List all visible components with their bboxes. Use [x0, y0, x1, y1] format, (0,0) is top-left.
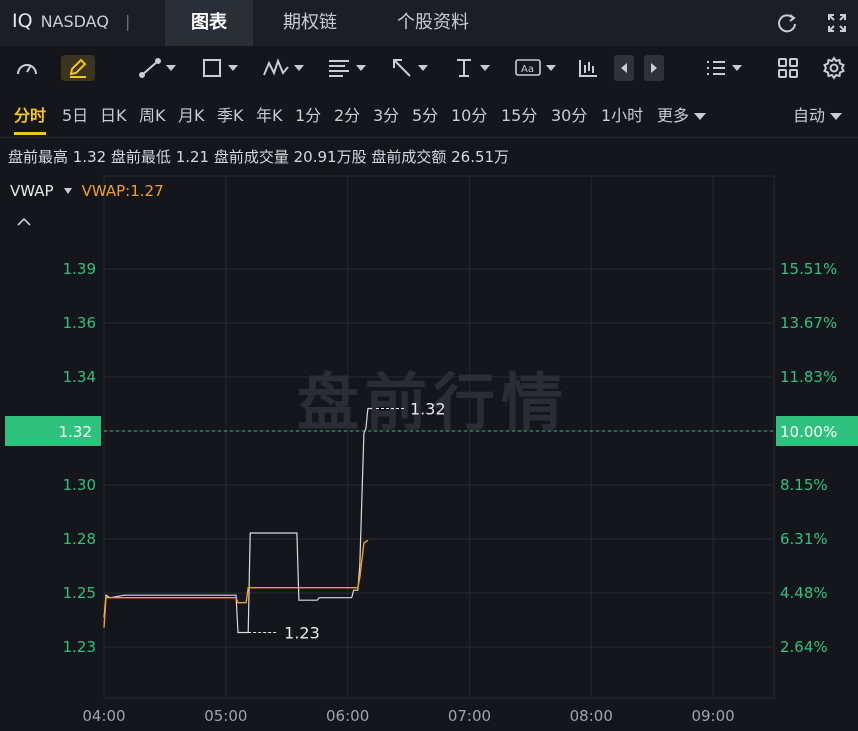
chevron-down-icon[interactable] — [63, 188, 72, 194]
percent-tick-label: 2.64% — [780, 638, 828, 656]
prev-icon[interactable] — [614, 55, 634, 81]
price-chart[interactable]: 1.39 15.51% 1.36 13.67% 1.34 11.83% 1.30 8.15% 1… — [0, 170, 858, 731]
rectangle-icon[interactable] — [200, 55, 238, 81]
percent-tick-label: 4.48% — [780, 584, 828, 602]
tab-company-profile[interactable]: 个股资料 — [378, 0, 488, 46]
period-more-label: 更多 — [657, 106, 690, 125]
top-bar: IQ NASDAQ | 图表 期权链 个股资料 — [0, 0, 858, 46]
percent-tick-label: 11.83% — [780, 368, 837, 386]
x-tick-label: 05:00 — [204, 707, 247, 725]
scale-mode-select[interactable]: 自动 — [793, 102, 843, 126]
tab-chart[interactable]: 图表 — [165, 0, 253, 46]
gauge-icon[interactable] — [14, 55, 40, 81]
period-5d[interactable]: 5日 — [62, 102, 88, 126]
chevron-down-icon — [694, 113, 707, 120]
pattern-icon[interactable] — [262, 55, 304, 81]
current-price-label: 1.32 — [59, 423, 92, 441]
scale-mode-label: 自动 — [793, 106, 826, 125]
price-tick-label: 1.30 — [63, 476, 96, 494]
percent-tick-label: 8.15% — [780, 476, 828, 494]
x-tick-label: 08:00 — [570, 707, 613, 725]
separator: | — [124, 12, 131, 31]
price-tick-label: 1.34 — [63, 368, 96, 386]
vwap-value: VWAP:1.27 — [81, 182, 164, 200]
tab-options-chain[interactable]: 期权链 — [262, 0, 358, 46]
list-icon[interactable] — [704, 55, 742, 81]
chevron-down-icon — [830, 113, 843, 120]
price-line — [103, 407, 372, 634]
period-week[interactable]: 周K — [139, 102, 166, 126]
trend-line-icon[interactable] — [138, 55, 176, 81]
period-selector: 分时 5日 日K 周K 月K 季K 年K 1分 2分 3分 5分 10分 15分… — [0, 90, 858, 138]
period-15min[interactable]: 15分 — [501, 102, 537, 126]
indicator-legend[interactable]: VWAP VWAP:1.27 — [10, 182, 164, 200]
period-1hour[interactable]: 1小时 — [601, 102, 643, 126]
price-tick-label: 1.28 — [63, 530, 96, 548]
percent-tick-label: 15.51% — [780, 260, 837, 278]
low-label: 1.23 — [284, 624, 320, 643]
refresh-icon[interactable] — [776, 12, 798, 34]
fibonacci-icon[interactable] — [326, 55, 366, 81]
settings-icon[interactable] — [822, 55, 846, 81]
period-more[interactable]: 更多 — [657, 102, 707, 126]
grid-icon[interactable] — [776, 55, 800, 81]
x-tick-label: 09:00 — [691, 707, 734, 725]
price-tick-label: 1.23 — [63, 638, 96, 656]
fullscreen-icon[interactable] — [826, 12, 848, 34]
period-quarter[interactable]: 季K — [217, 102, 244, 126]
x-tick-label: 04:00 — [82, 707, 125, 725]
period-30min[interactable]: 30分 — [551, 102, 587, 126]
period-3min[interactable]: 3分 — [373, 102, 399, 126]
svg-text:Aa: Aa — [521, 64, 534, 75]
high-label: 1.32 — [410, 399, 446, 418]
current-percent-label: 10.00% — [780, 423, 837, 441]
premarket-stats: 盘前最高 1.32 盘前最低 1.21 盘前成交量 20.91万股 盘前成交额 … — [8, 148, 510, 166]
text-box-icon[interactable]: Aa — [514, 55, 556, 81]
percent-tick-label: 6.31% — [780, 530, 828, 548]
period-10min[interactable]: 10分 — [451, 102, 487, 126]
ticker: IQ NASDAQ | — [12, 10, 130, 32]
x-tick-label: 06:00 — [326, 707, 369, 725]
period-day[interactable]: 日K — [100, 102, 127, 126]
next-icon[interactable] — [644, 55, 664, 81]
drawing-toolbar: Aa — [0, 46, 858, 90]
price-tick-label: 1.39 — [63, 260, 96, 278]
ticker-symbol: IQ — [12, 10, 33, 32]
pencil-icon[interactable] — [61, 55, 95, 81]
indicator-name: VWAP — [10, 182, 54, 200]
price-tick-label: 1.25 — [63, 584, 96, 602]
period-5min[interactable]: 5分 — [412, 102, 438, 126]
period-intraday[interactable]: 分时 — [14, 102, 47, 135]
period-year[interactable]: 年K — [256, 102, 283, 126]
text-cursor-icon[interactable] — [452, 55, 490, 81]
candles-icon[interactable] — [576, 55, 600, 81]
exchange-label: NASDAQ — [40, 12, 109, 31]
vwap-line — [103, 539, 369, 628]
arrow-icon[interactable] — [390, 55, 428, 81]
collapse-icon[interactable] — [16, 212, 32, 231]
x-tick-label: 07:00 — [448, 707, 491, 725]
price-tick-label: 1.36 — [63, 314, 96, 332]
period-month[interactable]: 月K — [178, 102, 205, 126]
percent-tick-label: 13.67% — [780, 314, 837, 332]
period-1min[interactable]: 1分 — [295, 102, 321, 126]
period-2min[interactable]: 2分 — [334, 102, 360, 126]
